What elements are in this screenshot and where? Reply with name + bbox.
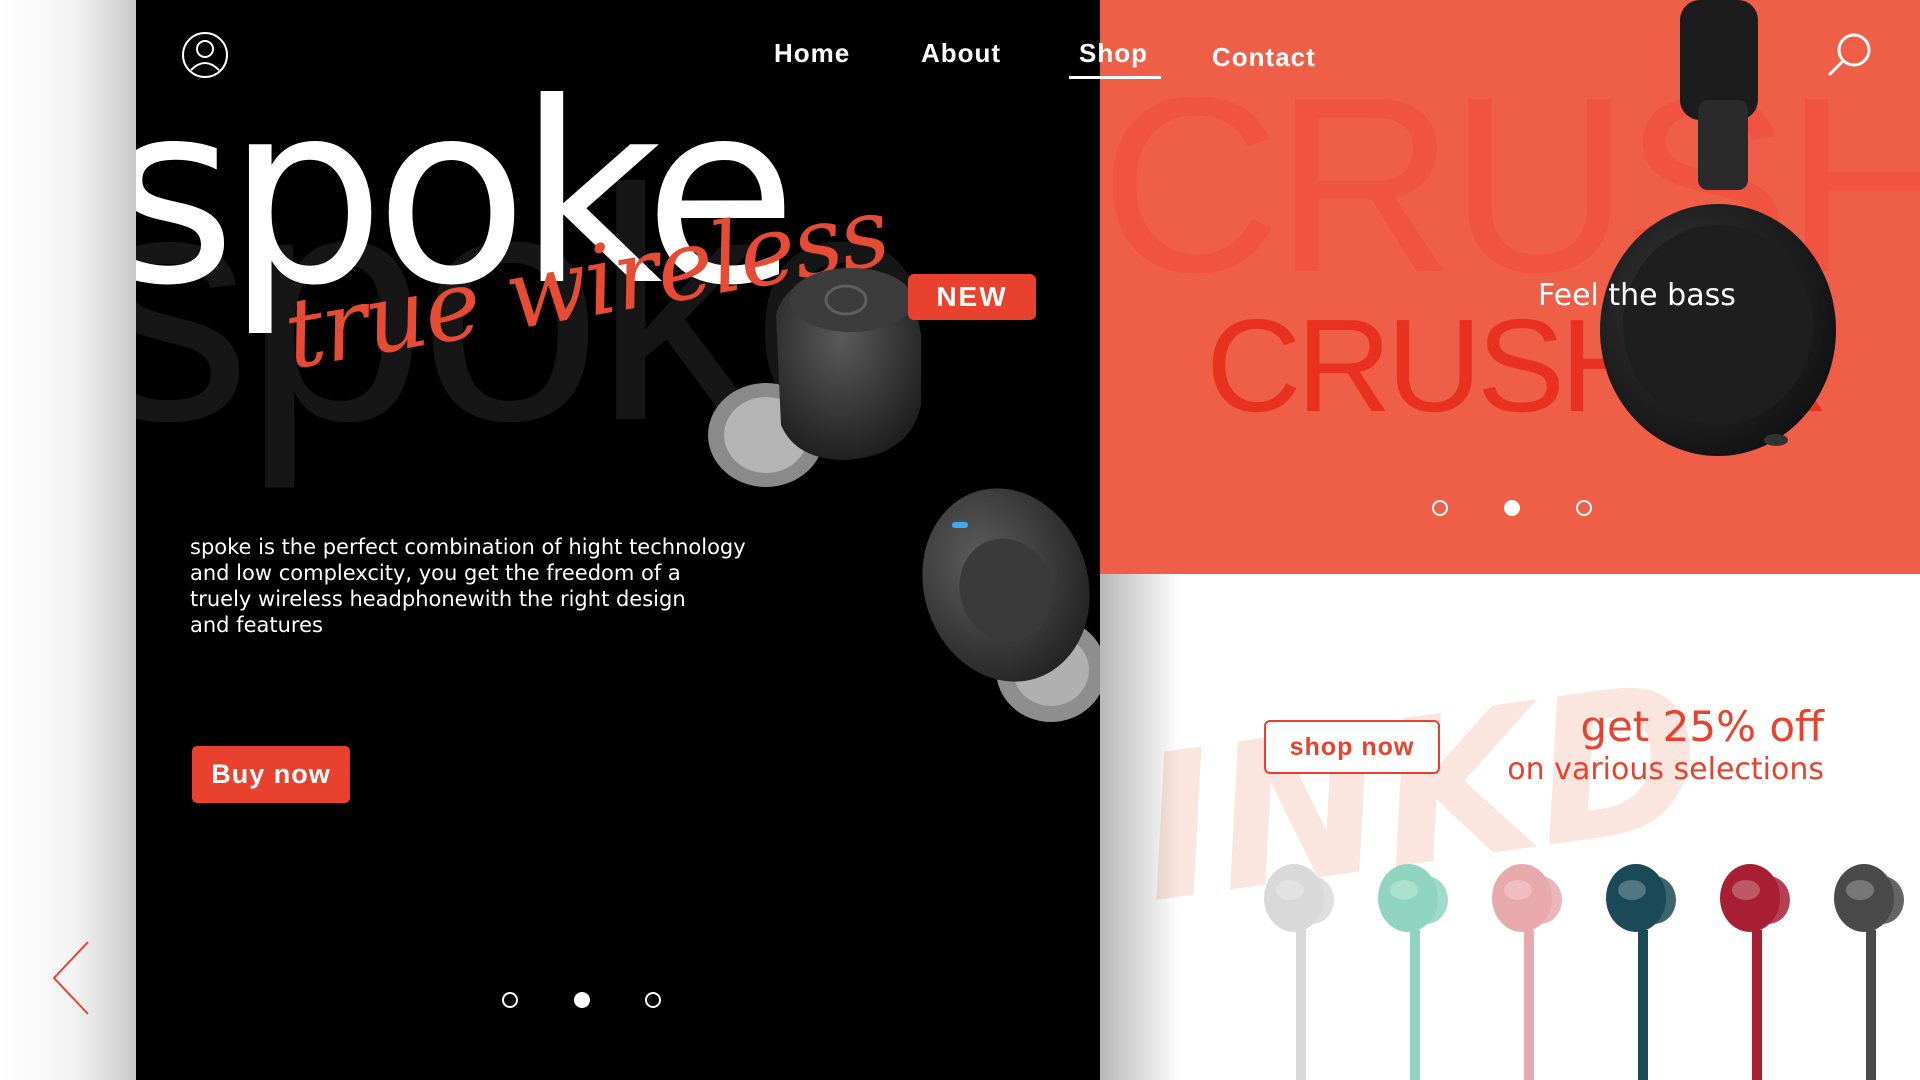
hero-description: spoke is the perfect combination of high… bbox=[190, 534, 830, 638]
hero-description-line: truely wireless headphonewith the right … bbox=[190, 587, 686, 611]
promo-slide-dot-3[interactable] bbox=[1576, 500, 1592, 516]
promo-slide-dot-2[interactable] bbox=[1504, 500, 1520, 516]
offer-headline: get 25% off bbox=[1580, 702, 1824, 751]
hero-description-line: and low complexcity, you get the freedom… bbox=[190, 561, 681, 585]
offer-section: INKD shop now get 25% off on various sel… bbox=[1100, 574, 1920, 1080]
left-margin bbox=[0, 0, 136, 1080]
new-badge: NEW bbox=[908, 274, 1036, 320]
hero-panel: spoke spoke true wireless NEW spoke is t… bbox=[136, 0, 1100, 1080]
hero-slide-dot-3[interactable] bbox=[645, 992, 661, 1008]
promo-tagline: Feel the bass bbox=[1538, 278, 1736, 313]
earbud-image-2 bbox=[916, 480, 1100, 740]
hero-description-line: and features bbox=[190, 613, 323, 637]
nav-link-contact[interactable]: Contact bbox=[1212, 42, 1316, 73]
panel-shadow bbox=[1100, 574, 1180, 1080]
product-earphone[interactable] bbox=[1260, 860, 1350, 1080]
hero-description-line: spoke is the perfect combination of high… bbox=[190, 535, 746, 559]
search-icon[interactable] bbox=[1826, 30, 1874, 80]
product-earphone[interactable] bbox=[1488, 860, 1578, 1080]
nav-active-underline bbox=[1069, 76, 1161, 79]
nav-link-about[interactable]: About bbox=[921, 38, 1001, 69]
shop-now-button[interactable]: shop now bbox=[1264, 720, 1440, 774]
nav-link-shop[interactable]: Shop bbox=[1079, 38, 1148, 69]
buy-now-button[interactable]: Buy now bbox=[192, 746, 350, 803]
user-icon[interactable] bbox=[180, 30, 230, 80]
nav-link-home[interactable]: Home bbox=[774, 38, 850, 69]
hero-slide-dot-1[interactable] bbox=[502, 992, 518, 1008]
promo-slide-dot-1[interactable] bbox=[1432, 500, 1448, 516]
hero-slide-dot-2[interactable] bbox=[574, 992, 590, 1008]
promo-slide-indicators bbox=[1432, 500, 1612, 520]
product-earphone[interactable] bbox=[1374, 860, 1464, 1080]
chevron-left-icon[interactable] bbox=[48, 938, 98, 1018]
offer-subline: on various selections bbox=[1507, 752, 1824, 787]
headphones-image bbox=[1588, 0, 1848, 460]
earbud-image-1 bbox=[696, 255, 936, 505]
product-earphone[interactable] bbox=[1830, 860, 1920, 1080]
hero-slide-indicators bbox=[502, 992, 702, 1012]
promo-panel: CRUSHE CRUSHER Feel the bass bbox=[1100, 0, 1920, 574]
product-earphone[interactable] bbox=[1716, 860, 1806, 1080]
product-earphone[interactable] bbox=[1602, 860, 1692, 1080]
